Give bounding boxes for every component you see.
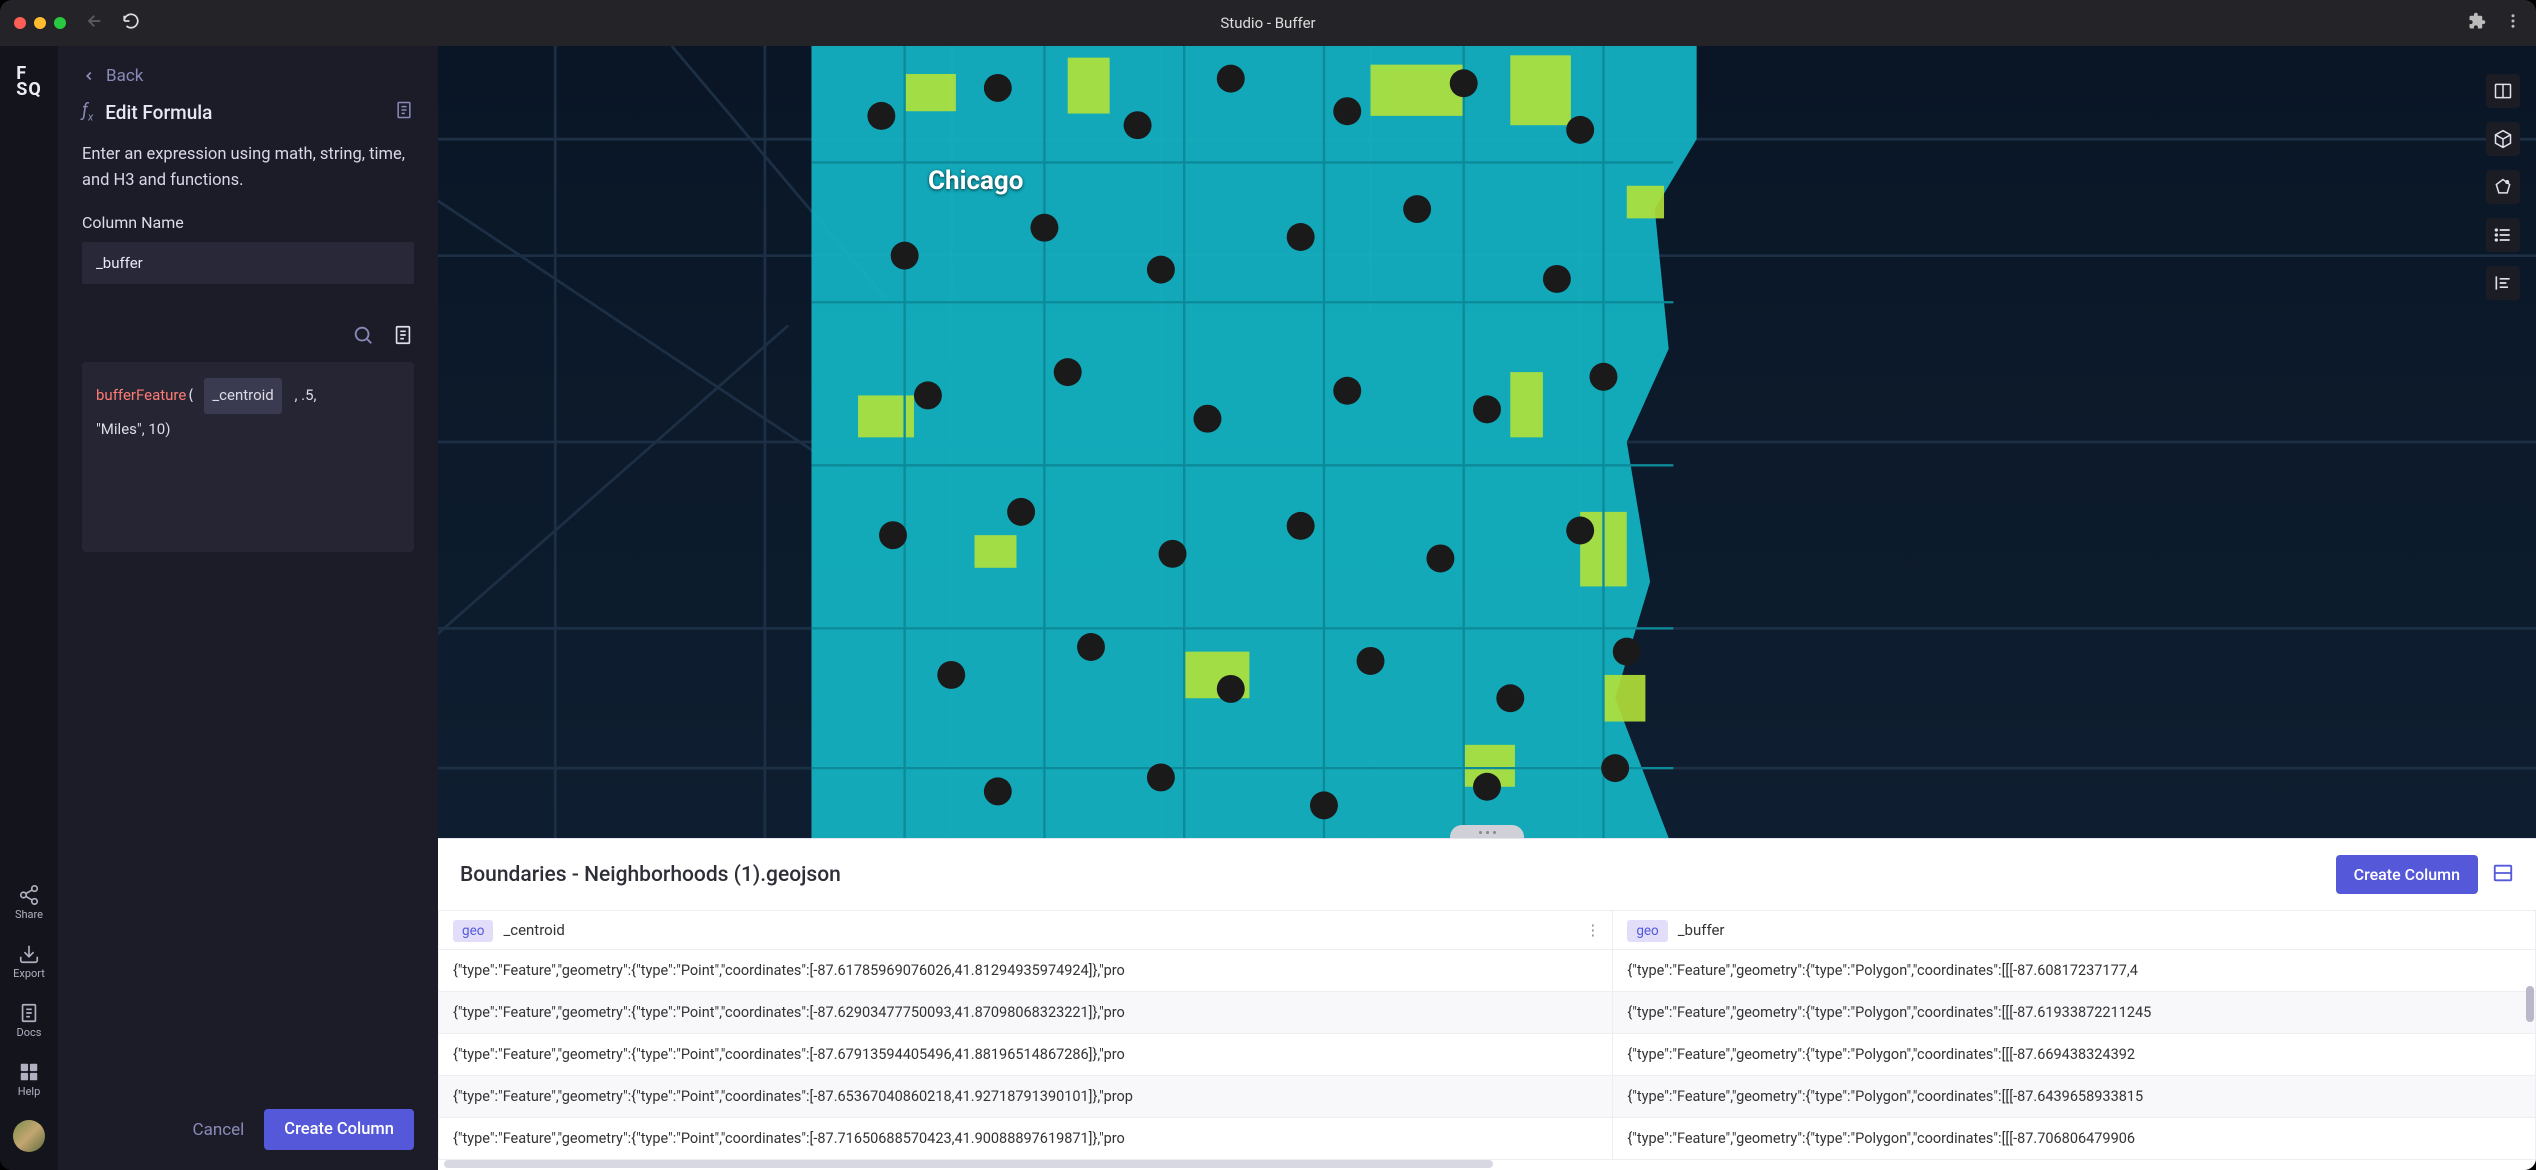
minimize-window-button[interactable]: [34, 17, 46, 29]
column-name-label: Column Name: [58, 193, 438, 242]
map-tool-rail: [2486, 74, 2520, 300]
cell: {"type":"Feature","geometry":{"type":"Po…: [1613, 950, 2536, 992]
table-row[interactable]: {"type":"Feature","geometry":{"type":"Po…: [439, 1076, 2536, 1118]
data-table: geo _centroid ⋮ geo _buffer {"type":"Featu…: [438, 910, 2536, 1160]
cell: {"type":"Feature","geometry":{"type":"Po…: [1613, 1076, 2536, 1118]
app-rail: F SQ Share Export Docs Help: [0, 46, 58, 1170]
horizontal-scrollbar-track[interactable]: [438, 1160, 2536, 1170]
vertical-scrollbar[interactable]: [2526, 986, 2534, 1022]
cancel-button[interactable]: Cancel: [193, 1120, 245, 1140]
table-layout-icon[interactable]: [2492, 862, 2514, 888]
map-view[interactable]: Chicago: [438, 46, 2536, 838]
column-name: _buffer: [1678, 921, 1725, 939]
titlebar: Studio - Buffer: [0, 0, 2536, 46]
rail-label: Share: [15, 908, 43, 921]
reference-icon[interactable]: [392, 324, 414, 350]
rail-label: Export: [13, 967, 45, 980]
rail-help[interactable]: Help: [18, 1061, 41, 1098]
column-header[interactable]: geo _centroid ⋮: [439, 911, 1613, 950]
formula-token: _centroid: [204, 378, 281, 414]
panel-drag-handle[interactable]: [1450, 825, 1524, 838]
table-scroll[interactable]: geo _centroid ⋮ geo _buffer {"type":"Featu…: [438, 910, 2536, 1160]
table-title: Boundaries - Neighborhoods (1).geojson: [460, 863, 2336, 887]
window-title: Studio - Buffer: [1220, 14, 1315, 32]
cell: {"type":"Feature","geometry":{"type":"Po…: [439, 950, 1613, 992]
window-controls: [14, 17, 66, 29]
panel-heading: Edit Formula: [105, 101, 382, 124]
close-window-button[interactable]: [14, 17, 26, 29]
cube-icon[interactable]: [2486, 122, 2520, 156]
cell: {"type":"Feature","geometry":{"type":"Po…: [1613, 1118, 2536, 1160]
rail-export[interactable]: Export: [13, 943, 45, 980]
cell: {"type":"Feature","geometry":{"type":"Po…: [439, 1118, 1613, 1160]
cell: {"type":"Feature","geometry":{"type":"Po…: [1613, 992, 2536, 1034]
cell: {"type":"Feature","geometry":{"type":"Po…: [439, 1034, 1613, 1076]
map-city-label: Chicago: [928, 166, 1023, 196]
cell: {"type":"Feature","geometry":{"type":"Po…: [439, 992, 1613, 1034]
list-icon[interactable]: [2486, 218, 2520, 252]
rail-label: Docs: [17, 1026, 42, 1039]
rail-label: Help: [18, 1085, 41, 1098]
table-row[interactable]: {"type":"Feature","geometry":{"type":"Po…: [439, 1034, 2536, 1076]
rail-docs[interactable]: Docs: [17, 1002, 42, 1039]
split-view-icon[interactable]: [2486, 74, 2520, 108]
search-icon[interactable]: [352, 324, 374, 350]
table-create-column-button[interactable]: Create Column: [2336, 855, 2478, 894]
column-menu-icon[interactable]: ⋮: [1585, 921, 1600, 939]
cell: {"type":"Feature","geometry":{"type":"Po…: [439, 1076, 1613, 1118]
nav-back-button[interactable]: [86, 12, 104, 34]
formula-panel: Back ƒx Edit Formula Enter an expression…: [58, 46, 438, 1170]
panel-description: Enter an expression using math, string, …: [58, 142, 438, 193]
column-name: _centroid: [503, 921, 564, 939]
back-label: Back: [106, 66, 143, 86]
app-logo: F SQ: [16, 66, 42, 98]
rail-share[interactable]: Share: [15, 884, 43, 921]
create-column-button[interactable]: Create Column: [264, 1109, 414, 1150]
table-row[interactable]: {"type":"Feature","geometry":{"type":"Po…: [439, 950, 2536, 992]
avatar[interactable]: [13, 1120, 45, 1152]
formula-editor[interactable]: bufferFeature( _centroid , .5,"Miles", 1…: [82, 362, 414, 552]
align-left-icon[interactable]: [2486, 266, 2520, 300]
back-button[interactable]: Back: [58, 46, 438, 96]
column-header[interactable]: geo _buffer: [1613, 911, 2536, 950]
reload-button[interactable]: [122, 12, 140, 34]
horizontal-scrollbar-thumb[interactable]: [444, 1160, 1493, 1168]
type-tag: geo: [1627, 920, 1667, 942]
table-row[interactable]: {"type":"Feature","geometry":{"type":"Po…: [439, 1118, 2536, 1160]
extensions-icon[interactable]: [2468, 12, 2486, 34]
type-tag: geo: [453, 920, 493, 942]
table-row[interactable]: {"type":"Feature","geometry":{"type":"Po…: [439, 992, 2536, 1034]
more-menu-icon[interactable]: [2504, 12, 2522, 34]
data-table-panel: Boundaries - Neighborhoods (1).geojson C…: [438, 838, 2536, 1170]
fx-icon: ƒx: [82, 100, 93, 124]
maximize-window-button[interactable]: [54, 17, 66, 29]
docs-icon[interactable]: [394, 100, 414, 124]
formula-function: bufferFeature: [96, 386, 186, 404]
polygon-icon[interactable]: [2486, 170, 2520, 204]
main-area: Chicago Boundaries - Neighborhoods (1).g…: [438, 46, 2536, 1170]
column-name-input[interactable]: [82, 242, 414, 284]
cell: {"type":"Feature","geometry":{"type":"Po…: [1613, 1034, 2536, 1076]
